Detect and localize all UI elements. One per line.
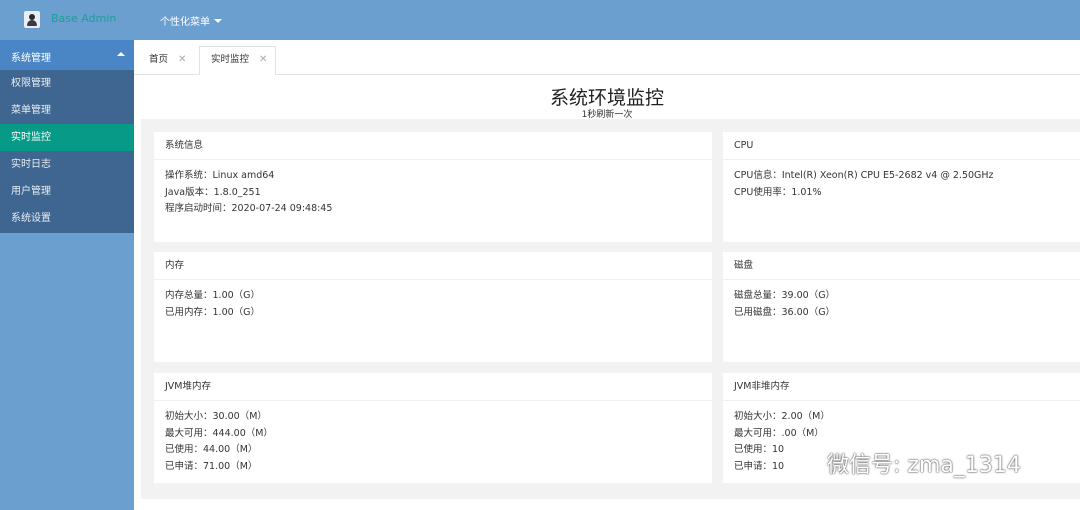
- info-row: 操作系统：Linux amd64: [165, 170, 275, 181]
- disk-card: 磁盘 磁盘总量：39.00（G） 已用磁盘：36.00（G）: [723, 252, 1080, 362]
- sidebar-list: 权限管理 菜单管理 实时监控 实时日志 用户管理 系统设置: [0, 70, 134, 233]
- card-title: 磁盘: [723, 252, 1080, 280]
- card-title: JVM非堆内存: [723, 373, 1080, 401]
- card-title: CPU: [723, 132, 1080, 160]
- app-title[interactable]: Base Admin: [51, 12, 116, 25]
- info-row: 已用磁盘：36.00（G）: [734, 306, 836, 318]
- personalized-menu-label: 个性化菜单: [160, 17, 210, 28]
- info-row: 已用内存：1.00（G）: [165, 306, 261, 318]
- cpu-card: CPU CPU信息：Intel(R) Xeon(R) CPU E5-2682 v…: [723, 132, 1080, 242]
- sidebar-item-realtime-log[interactable]: 实时日志: [0, 151, 134, 178]
- close-icon[interactable]: ✕: [259, 54, 267, 65]
- sidebar-group-label: 系统管理: [11, 53, 51, 64]
- memory-card: 内存 内存总量：1.00（G） 已用内存：1.00（G）: [154, 252, 712, 362]
- info-row: 程序启动时间：2020-07-24 09:48:45: [165, 203, 333, 214]
- info-row: 已申请：71.00（M）: [165, 460, 258, 472]
- personalized-menu-dropdown[interactable]: 个性化菜单: [160, 13, 222, 28]
- sidebar-item-realtime-monitor[interactable]: 实时监控: [0, 124, 134, 151]
- info-row: 磁盘总量：39.00（G）: [734, 290, 836, 301]
- info-row: 内存总量：1.00（G）: [165, 290, 261, 301]
- monitor-panel-area: 系统信息 操作系统：Linux amd64 Java版本：1.8.0_251 程…: [141, 119, 1080, 499]
- avatar-logo-icon: [24, 11, 40, 28]
- sidebar-item-users[interactable]: 用户管理: [0, 178, 134, 205]
- info-row: 最大可用：444.00（M）: [165, 427, 273, 439]
- info-row: 最大可用：.00（M）: [734, 427, 824, 439]
- tab-home[interactable]: 首页 ✕: [138, 47, 199, 74]
- sidebar: 系统管理 权限管理 菜单管理 实时监控 实时日志 用户管理 系统设置: [0, 40, 134, 510]
- page-title: 系统环境监控: [549, 87, 664, 109]
- info-row: 初始大小：2.00（M）: [734, 411, 830, 422]
- tab-realtime-monitor-label: 实时监控: [211, 54, 250, 65]
- sidebar-item-menus[interactable]: 菜单管理: [0, 97, 134, 124]
- info-row: 初始大小：30.00（M）: [165, 411, 267, 422]
- chevron-down-icon: [214, 19, 222, 23]
- card-title: 内存: [154, 252, 712, 280]
- watermark-text: 微信号: zma_1314: [827, 453, 1021, 478]
- tab-home-label: 首页: [149, 54, 169, 65]
- info-row: 已使用：44.00（M）: [165, 444, 258, 455]
- info-row: CPU信息：Intel(R) Xeon(R) CPU E5-2682 v4 @ …: [734, 170, 994, 181]
- card-title: 系统信息: [154, 132, 712, 160]
- card-title: JVM堆内存: [154, 373, 712, 401]
- tab-bar: 首页 ✕ 实时监控 ✕: [134, 40, 1080, 76]
- close-icon[interactable]: ✕: [178, 54, 186, 65]
- main-content: 系统环境监控 1秒刷新一次 系统信息 操作系统：Linux amd64 Java…: [134, 75, 1080, 510]
- wechat-icon: [801, 451, 825, 471]
- tab-realtime-monitor[interactable]: 实时监控 ✕: [199, 46, 276, 76]
- system-info-card: 系统信息 操作系统：Linux amd64 Java版本：1.8.0_251 程…: [154, 132, 712, 242]
- sidebar-group-system-management[interactable]: 系统管理: [0, 40, 134, 70]
- sidebar-item-settings[interactable]: 系统设置: [0, 205, 134, 232]
- sidebar-item-permissions[interactable]: 权限管理: [0, 70, 134, 97]
- info-row: CPU使用率：1.01%: [734, 186, 822, 198]
- top-header: Base Admin 个性化菜单: [0, 0, 1080, 40]
- chevron-up-icon: [117, 52, 125, 56]
- info-row: Java版本：1.8.0_251: [165, 186, 261, 198]
- jvm-heap-card: JVM堆内存 初始大小：30.00（M） 最大可用：444.00（M） 已使用：…: [154, 373, 712, 483]
